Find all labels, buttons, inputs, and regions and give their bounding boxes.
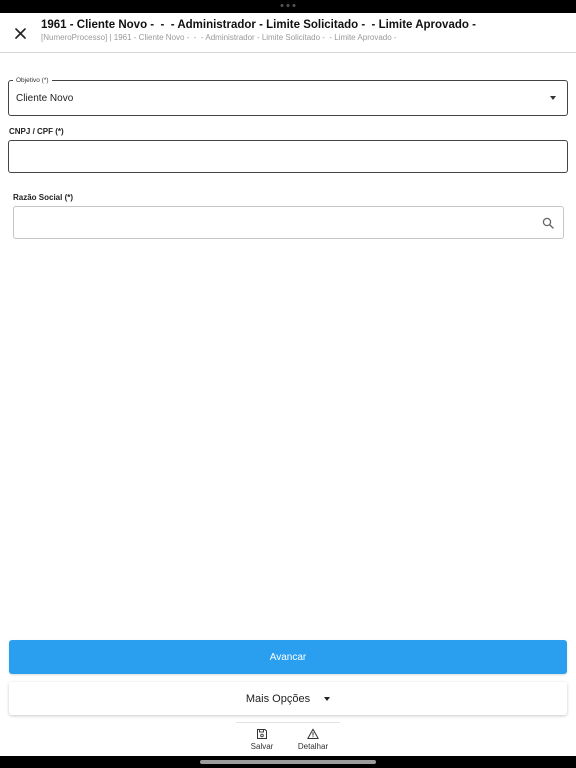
page-title: 1961 - Cliente Novo - - - Administrador … — [41, 19, 476, 31]
mais-opcoes-label: Mais Opções — [245, 692, 311, 705]
home-bar — [0, 756, 576, 768]
header: 1961 - Cliente Novo - - - Administrador … — [0, 13, 576, 53]
page-subtitle: [NumeroProcesso] | 1961 - Cliente Novo -… — [41, 33, 397, 42]
save-icon — [257, 729, 267, 739]
warning-icon — [307, 728, 319, 739]
tab-detalhar-label: Detalhar — [297, 742, 329, 751]
tab-salvar[interactable]: Salvar — [238, 728, 286, 751]
objetivo-select[interactable]: Objetivo (*) Cliente Novo — [8, 76, 568, 116]
close-button[interactable] — [10, 23, 30, 43]
mais-opcoes-button[interactable]: Mais Opções — [9, 682, 567, 715]
search-icon[interactable] — [542, 217, 554, 229]
dropdown-caret-icon — [550, 96, 556, 100]
tab-detalhar[interactable]: Detalhar — [289, 728, 337, 751]
avancar-button[interactable]: Avancar — [9, 640, 567, 674]
status-bar — [0, 0, 576, 13]
razao-social-input[interactable] — [14, 207, 534, 238]
razao-social-label: Razão Social (*) — [13, 193, 74, 202]
close-icon — [14, 27, 26, 39]
objetivo-value: Cliente Novo — [16, 93, 74, 104]
cnpj-input[interactable] — [8, 140, 568, 173]
home-indicator[interactable] — [200, 760, 376, 764]
chevron-down-icon — [324, 696, 331, 701]
bottom-divider — [236, 722, 340, 723]
tab-salvar-label: Salvar — [250, 742, 274, 751]
status-dots — [280, 4, 296, 7]
cnpj-label: CNPJ / CPF (*) — [9, 127, 64, 136]
razao-social-field — [13, 206, 564, 239]
objetivo-label: Objetivo (*) — [13, 76, 52, 85]
